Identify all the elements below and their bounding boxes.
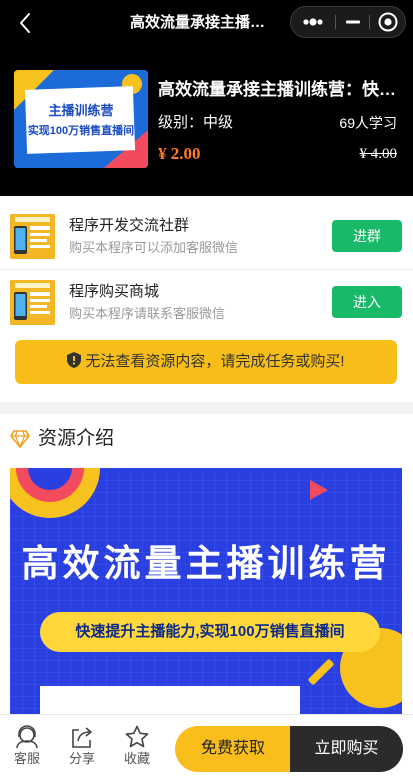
enter-store-button[interactable]: 进入	[332, 286, 402, 318]
promo-title: 程序开发交流社群	[69, 217, 190, 234]
bottom-action-bar: 客服 分享 收藏 免费获取 立即购买	[0, 714, 413, 779]
promo-section: 程序开发交流社群 购买本程序可以添加客服微信 进群 程序购买商城 购买本程序请联…	[0, 196, 413, 402]
shield-icon	[67, 352, 82, 369]
capsule-divider	[369, 15, 370, 29]
star-icon	[125, 725, 149, 748]
course-level: 级别：中级	[158, 114, 234, 131]
promo-title: 程序购买商城	[69, 283, 160, 300]
top-nav-bar: 高效流量承接主播训练营：快速提升主播能力	[0, 0, 413, 46]
customer-service-tab[interactable]: 客服	[7, 725, 47, 771]
original-price: ¥ 4.00	[359, 146, 398, 162]
minimize-button[interactable]	[337, 7, 369, 37]
free-get-button[interactable]: 免费获取	[175, 726, 291, 772]
current-price: ¥ 2.00	[158, 144, 201, 163]
promo-subtitle: 购买本程序可以添加客服微信	[69, 240, 239, 255]
product-header: 主播训练营 实现100万销售直播间 高效流量承接主播训练营：快速提升主播能力 级…	[0, 46, 413, 196]
tab-label: 分享	[68, 751, 95, 766]
page-title: 高效流量承接主播训练营：快速提升主播能力	[130, 14, 280, 31]
share-tab[interactable]: 分享	[62, 725, 102, 771]
capsule-divider	[335, 15, 336, 29]
close-program-button[interactable]	[371, 7, 405, 37]
mini-program-capsule	[290, 6, 406, 38]
promo-thumbnail	[10, 214, 55, 259]
minus-icon	[346, 20, 360, 24]
section-header: 资源介绍	[0, 414, 413, 466]
cover-text-line2: 实现100万销售直播间	[27, 125, 135, 137]
course-cover-image: 主播训练营 实现100万销售直播间	[14, 70, 148, 168]
back-button[interactable]	[16, 12, 36, 34]
resource-banner-image: 高效流量主播训练营 快速提升主播能力,实现100万销售直播间	[10, 468, 402, 714]
more-button[interactable]	[291, 7, 335, 37]
banner-subtitle: 快速提升主播能力,实现100万销售直播间	[40, 612, 380, 652]
resource-section: 资源介绍 高效流量主播训练营 快速提升主播能力,实现100万销售直播间	[0, 414, 413, 714]
cover-text-line1: 主播训练营	[48, 103, 114, 118]
share-icon	[72, 727, 92, 748]
section-title: 资源介绍	[38, 428, 115, 449]
promo-subtitle: 购买本程序请联系客服微信	[69, 306, 226, 321]
locked-notice-banner[interactable]: 无法查看资源内容，请完成任务或购买!	[15, 340, 397, 384]
tab-label: 收藏	[123, 751, 150, 766]
headset-icon	[16, 725, 38, 749]
promo-item-community: 程序开发交流社群 购买本程序可以添加客服微信 进群	[0, 204, 413, 270]
more-dots-icon	[303, 18, 323, 26]
buy-now-button[interactable]: 立即购买	[290, 726, 403, 772]
collect-tab[interactable]: 收藏	[117, 725, 157, 771]
tab-label: 客服	[13, 751, 40, 766]
diamond-icon	[10, 430, 30, 448]
chevron-left-icon	[20, 13, 30, 33]
promo-thumbnail	[10, 280, 55, 325]
join-group-button[interactable]: 进群	[332, 220, 402, 252]
course-title: 高效流量承接主播训练营：快速提升主播能力	[158, 80, 398, 99]
promo-item-store: 程序购买商城 购买本程序请联系客服微信 进入	[0, 270, 413, 336]
learner-count: 69人学习	[339, 115, 397, 131]
banner-title: 高效流量主播训练营	[21, 541, 391, 585]
notice-text: 无法查看资源内容，请完成任务或购买!	[85, 353, 345, 370]
target-close-icon	[378, 12, 398, 32]
